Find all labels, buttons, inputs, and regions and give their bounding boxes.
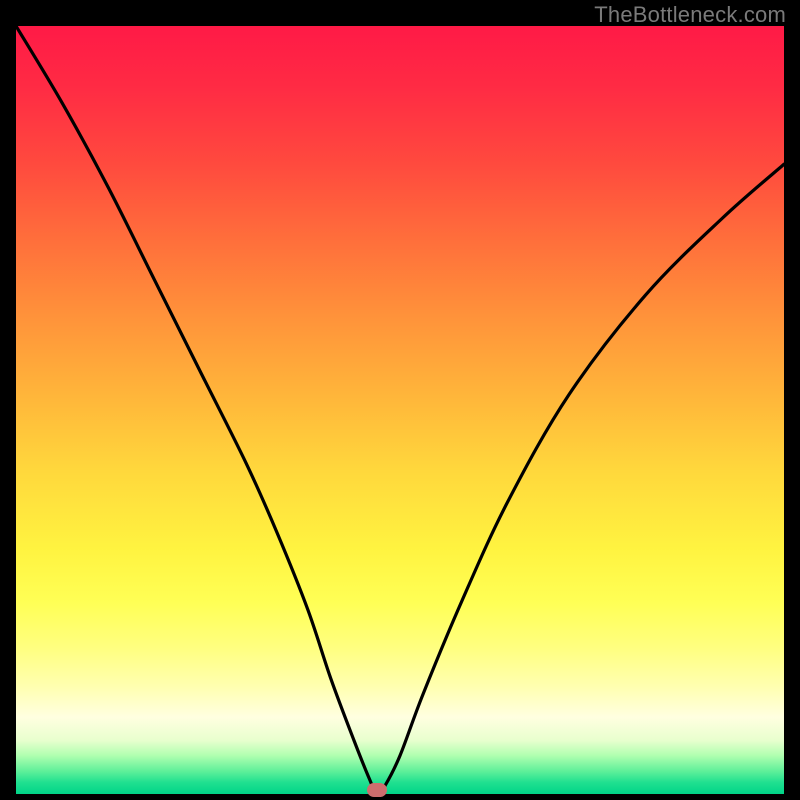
chart-frame [16, 26, 784, 794]
bottleneck-curve [16, 26, 784, 794]
watermark-text: TheBottleneck.com [594, 2, 786, 28]
optimal-point-marker [367, 783, 387, 797]
